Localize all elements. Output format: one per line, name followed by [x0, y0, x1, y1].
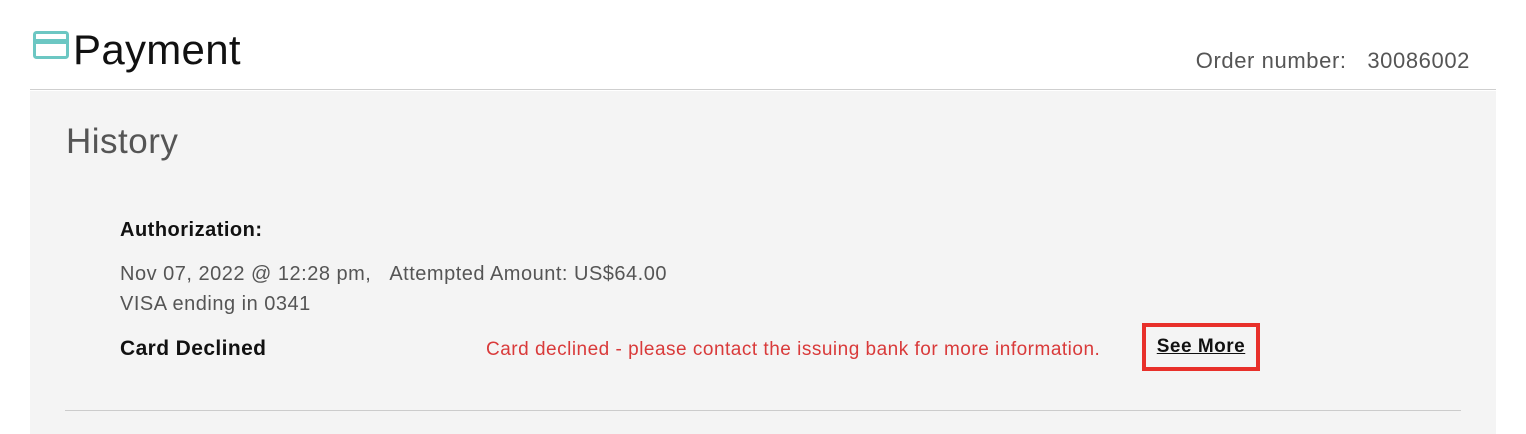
status-label: Card Declined [120, 337, 267, 360]
history-panel: History Authorization: Nov 07, 2022 @ 12… [30, 91, 1496, 434]
decline-message: Card declined - please contact the issui… [486, 339, 1101, 360]
authorization-details: Nov 07, 2022 @ 12:28 pm, Attempted Amount… [120, 261, 667, 287]
order-number-value: 30086002 [1367, 48, 1470, 73]
card-info: VISA ending in 0341 [120, 293, 311, 315]
payment-page: Payment Order number: 30086002 History A… [0, 0, 1526, 434]
page-title: Payment [73, 26, 241, 73]
authorization-datetime: Nov 07, 2022 @ 12:28 pm, [120, 263, 372, 285]
see-more-highlight[interactable]: See More [1142, 323, 1260, 371]
see-more-link[interactable]: See More [1157, 335, 1245, 359]
order-number-label: Order number: [1195, 48, 1347, 73]
attempted-amount: Attempted Amount: US$64.00 [389, 263, 667, 285]
history-title: History [66, 122, 179, 161]
authorization-label: Authorization: [120, 219, 263, 241]
divider [65, 410, 1461, 411]
order-number-info: Order number: 30086002 [1196, 47, 1470, 75]
payment-header: Payment Order number: 30086002 [30, 0, 1496, 90]
credit-card-icon [33, 31, 69, 59]
